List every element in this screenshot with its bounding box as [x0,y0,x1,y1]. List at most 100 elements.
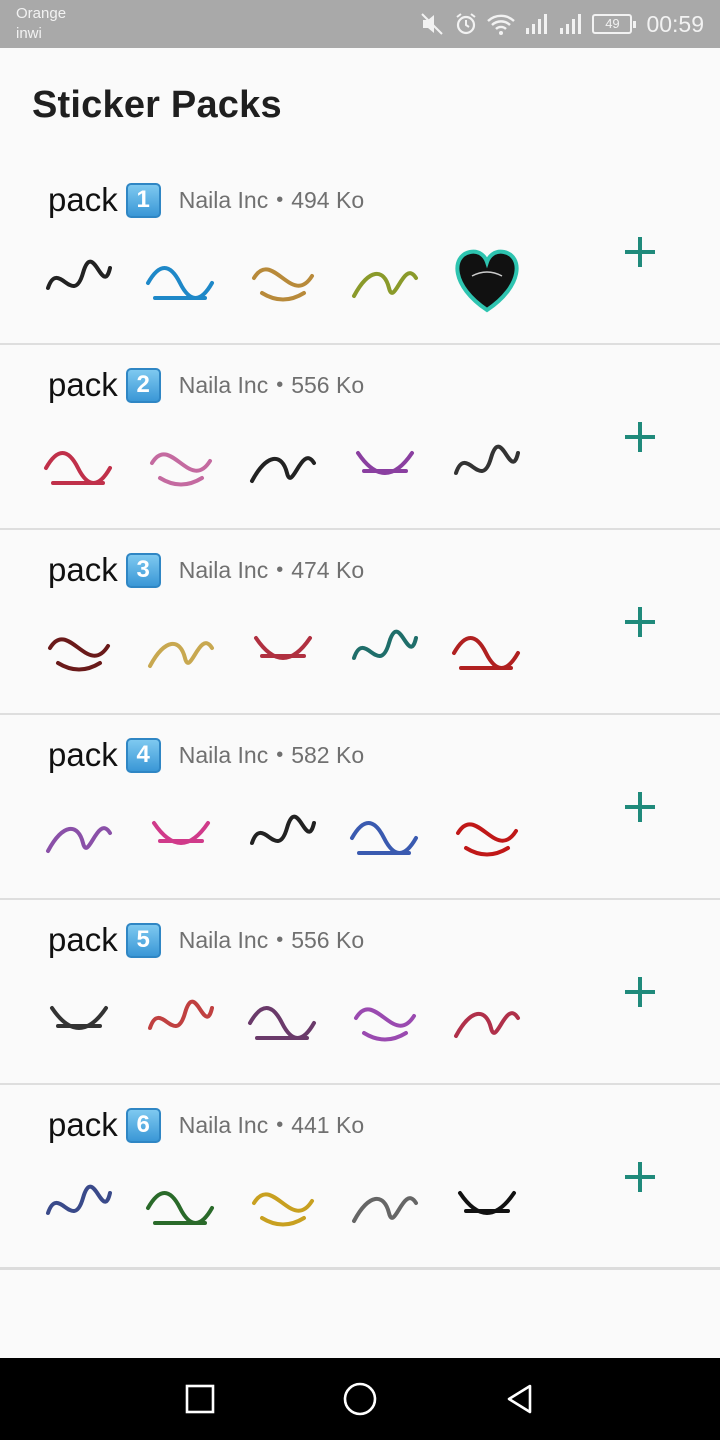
sticker-thumbnail [344,238,426,320]
sticker-thumbnail [242,978,324,1060]
pack-size: 494 Ko [291,186,365,213]
recents-button[interactable] [176,1375,224,1423]
sticker-thumbnail [446,1163,528,1245]
sticker-thumbnail [242,608,324,690]
separator-dot: • [276,1113,284,1136]
pack-header: pack 5 Naila Inc • 556 Ko [48,920,364,960]
sticker-pack-row[interactable]: pack 2 Naila Inc • 556 Ko [0,345,720,530]
signal-icon-secondary [558,12,584,36]
sticker-preview-strip [38,978,528,1060]
keycap-number-icon: 3 [125,552,161,588]
keycap-number-icon: 4 [125,737,161,773]
sticker-preview-strip [38,608,528,690]
navigation-bar [0,1358,720,1440]
pack-size: 556 Ko [291,926,365,953]
sticker-thumbnail [242,238,324,320]
sticker-thumbnail [446,978,528,1060]
sticker-pack-row[interactable]: pack 4 Naila Inc • 582 Ko [0,715,720,900]
pack-publisher: Naila Inc [178,556,269,583]
sticker-pack-row[interactable]: pack 6 Naila Inc • 441 Ko [0,1085,720,1270]
add-pack-button[interactable] [614,781,666,833]
pack-meta: Naila Inc • 556 Ko [179,927,364,954]
pack-meta: Naila Inc • 494 Ko [179,187,364,214]
page-title: Sticker Packs [32,84,282,126]
alarm-icon [454,12,478,36]
sticker-thumbnail [38,238,120,320]
sticker-preview-strip [38,793,528,875]
pack-name: pack [48,1106,118,1143]
pack-meta: Naila Inc • 582 Ko [179,742,364,769]
sticker-thumbnail [344,978,426,1060]
sticker-pack-list: pack 1 Naila Inc • 494 Ko pack 2 Naila I… [0,160,720,1270]
sticker-thumbnail [344,1163,426,1245]
add-pack-button[interactable] [614,411,666,463]
pack-name: pack [48,736,118,773]
pack-meta: Naila Inc • 474 Ko [179,557,364,584]
pack-header: pack 1 Naila Inc • 494 Ko [48,180,364,220]
pack-size: 582 Ko [291,741,365,768]
sticker-thumbnail [242,423,324,505]
pack-publisher: Naila Inc [178,1111,269,1138]
separator-dot: • [276,188,284,211]
pack-header: pack 2 Naila Inc • 556 Ko [48,365,364,405]
sticker-pack-row[interactable]: pack 3 Naila Inc • 474 Ko [0,530,720,715]
recents-icon [185,1384,215,1414]
add-pack-button[interactable] [614,226,666,278]
separator-dot: • [276,373,284,396]
sticker-thumbnail [38,423,120,505]
pack-name: pack [48,181,118,218]
plus-icon [625,977,655,1007]
pack-name: pack [48,921,118,958]
add-pack-button[interactable] [614,1151,666,1203]
sticker-thumbnail [38,1163,120,1245]
separator-dot: • [276,743,284,766]
sticker-thumbnail [242,1163,324,1245]
add-pack-button[interactable] [614,966,666,1018]
carrier-name: Orange [16,5,67,22]
wifi-icon [486,12,516,36]
sticker-thumbnail [446,238,528,320]
pack-header: pack 4 Naila Inc • 582 Ko [48,735,364,775]
sticker-thumbnail [140,978,222,1060]
plus-icon [625,1162,655,1192]
sticker-thumbnail [446,423,528,505]
keycap-number-icon: 2 [125,367,161,403]
back-button[interactable] [496,1375,544,1423]
sticker-thumbnail [344,793,426,875]
pack-size: 556 Ko [291,371,365,398]
sticker-preview-strip [38,238,528,320]
home-button[interactable] [336,1375,384,1423]
plus-icon [625,792,655,822]
pack-header: pack 3 Naila Inc • 474 Ko [48,550,364,590]
sticker-thumbnail [38,978,120,1060]
status-icons: 49 00:59 [420,8,704,40]
pack-size: 441 Ko [291,1111,365,1138]
home-icon [343,1382,377,1416]
pack-meta: Naila Inc • 556 Ko [179,372,364,399]
sticker-thumbnail [140,1163,222,1245]
sticker-pack-row[interactable]: pack 1 Naila Inc • 494 Ko [0,160,720,345]
pack-header: pack 6 Naila Inc • 441 Ko [48,1105,364,1145]
add-pack-button[interactable] [614,596,666,648]
status-bar: Orange inwi 49 00:59 [0,0,720,48]
keycap-number-icon: 5 [125,922,161,958]
sticker-pack-row[interactable]: pack 5 Naila Inc • 556 Ko [0,900,720,1085]
sticker-thumbnail [140,238,222,320]
pack-publisher: Naila Inc [178,741,269,768]
sticker-thumbnail [344,423,426,505]
plus-icon [625,607,655,637]
sticker-thumbnail [242,793,324,875]
plus-icon [625,237,655,267]
sticker-thumbnail [140,608,222,690]
pack-publisher: Naila Inc [178,371,269,398]
keycap-number-icon: 1 [125,182,161,218]
sticker-thumbnail [446,793,528,875]
back-icon [507,1384,532,1414]
pack-publisher: Naila Inc [178,186,269,213]
separator-dot: • [276,558,284,581]
mute-icon [420,12,446,36]
battery-icon: 49 [592,14,637,34]
sticker-thumbnail [446,608,528,690]
sticker-thumbnail [38,608,120,690]
plus-icon [625,422,655,452]
